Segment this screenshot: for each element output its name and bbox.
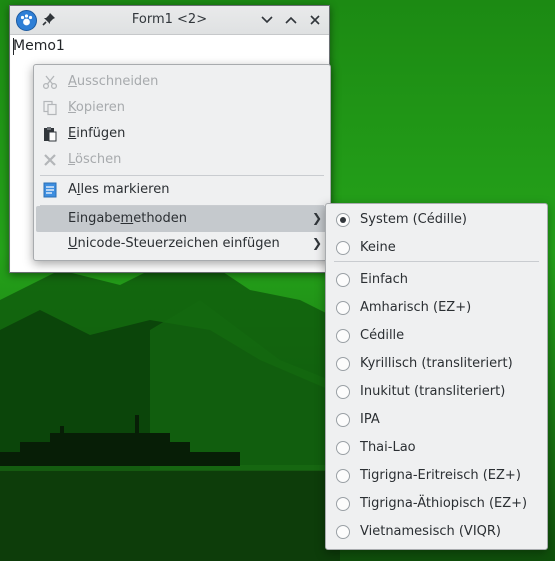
radio-checked-icon: [336, 213, 350, 227]
radio-item-kyrillisch[interactable]: Kyrillisch (transliteriert): [326, 351, 547, 379]
radio-item-inukitut[interactable]: Inukitut (transliteriert): [326, 379, 547, 407]
menu-item-label: Einfügen: [68, 126, 126, 141]
radio-unchecked-icon: [336, 329, 350, 343]
radio-item-ipa[interactable]: IPA: [326, 407, 547, 435]
radio-unchecked-icon: [336, 385, 350, 399]
menu-item-input-methods[interactable]: Eingabemethoden ❯: [36, 206, 328, 232]
minimize-button[interactable]: [259, 12, 275, 28]
radio-item-label: System (Cédille): [360, 212, 467, 227]
radio-unchecked-icon: [336, 525, 350, 539]
radio-unchecked-icon: [336, 441, 350, 455]
submenu-arrow-icon: ❯: [311, 236, 322, 250]
title-bar[interactable]: Form1 <2>: [10, 6, 329, 35]
maximize-button[interactable]: [283, 12, 299, 28]
menu-item-delete[interactable]: Löschen: [36, 147, 328, 173]
menu-item-label: Löschen: [68, 152, 122, 167]
radio-item-label: Einfach: [360, 272, 408, 287]
submenu-arrow-icon: ❯: [311, 211, 322, 225]
menu-item-cut[interactable]: Ausschneiden: [36, 69, 328, 95]
radio-item-tigrigna-aethiopisch[interactable]: Tigrigna-Äthiopisch (EZ+): [326, 491, 547, 519]
radio-unchecked-icon: [336, 357, 350, 371]
menu-item-label: Eingabemethoden: [68, 211, 187, 226]
menu-separator: [40, 175, 324, 176]
radio-item-label: Inukitut (transliteriert): [360, 384, 506, 399]
radio-item-label: Thai-Lao: [360, 440, 416, 455]
radio-item-label: Tigrigna-Eritreisch (EZ+): [360, 468, 521, 483]
paste-icon: [42, 126, 58, 142]
radio-unchecked-icon: [336, 241, 350, 255]
menu-item-insert-unicode-control[interactable]: Unicode-Steuerzeichen einfügen ❯: [36, 231, 328, 257]
radio-item-label: Tigrigna-Äthiopisch (EZ+): [360, 496, 528, 511]
radio-item-system-cedille[interactable]: System (Cédille): [326, 207, 547, 235]
radio-item-label: Vietnamesisch (VIQR): [360, 524, 501, 539]
menu-item-label: Unicode-Steuerzeichen einfügen: [68, 236, 280, 251]
radio-item-label: Cédille: [360, 328, 405, 343]
radio-item-tigrigna-eritreisch[interactable]: Tigrigna-Eritreisch (EZ+): [326, 463, 547, 491]
context-menu: Ausschneiden Kopieren Einfügen Löschen A…: [33, 64, 331, 261]
input-methods-submenu: System (Cédille) Keine Einfach Amharisch…: [325, 203, 548, 550]
menu-item-label: Ausschneiden: [68, 74, 159, 89]
menu-item-label: Kopieren: [68, 100, 126, 115]
menu-separator: [334, 261, 539, 262]
menu-item-label: Alles markieren: [68, 182, 170, 197]
radio-unchecked-icon: [336, 301, 350, 315]
menu-item-select-all[interactable]: Alles markieren: [36, 177, 328, 203]
menu-item-paste[interactable]: Einfügen: [36, 121, 328, 147]
copy-icon: [42, 100, 58, 116]
radio-item-keine[interactable]: Keine: [326, 235, 547, 263]
radio-unchecked-icon: [336, 497, 350, 511]
radio-item-label: IPA: [360, 412, 380, 427]
radio-item-label: Amharisch (EZ+): [360, 300, 472, 315]
radio-unchecked-icon: [336, 469, 350, 483]
radio-item-thai-lao[interactable]: Thai-Lao: [326, 435, 547, 463]
select-all-icon: [42, 182, 58, 198]
radio-unchecked-icon: [336, 273, 350, 287]
window-title: Form1 <2>: [131, 12, 208, 27]
radio-item-einfach[interactable]: Einfach: [326, 267, 547, 295]
close-button[interactable]: [307, 12, 323, 28]
radio-item-amharisch[interactable]: Amharisch (EZ+): [326, 295, 547, 323]
radio-item-label: Kyrillisch (transliteriert): [360, 356, 513, 371]
menu-item-copy[interactable]: Kopieren: [36, 95, 328, 121]
radio-item-label: Keine: [360, 240, 396, 255]
cut-icon: [42, 74, 58, 90]
radio-item-cedille[interactable]: Cédille: [326, 323, 547, 351]
delete-icon: [42, 152, 58, 168]
app-icon[interactable]: [16, 10, 37, 31]
memo-text: Memo1: [13, 38, 65, 54]
radio-item-vietnamesisch[interactable]: Vietnamesisch (VIQR): [326, 519, 547, 547]
radio-unchecked-icon: [336, 413, 350, 427]
pin-icon[interactable]: [41, 11, 57, 27]
